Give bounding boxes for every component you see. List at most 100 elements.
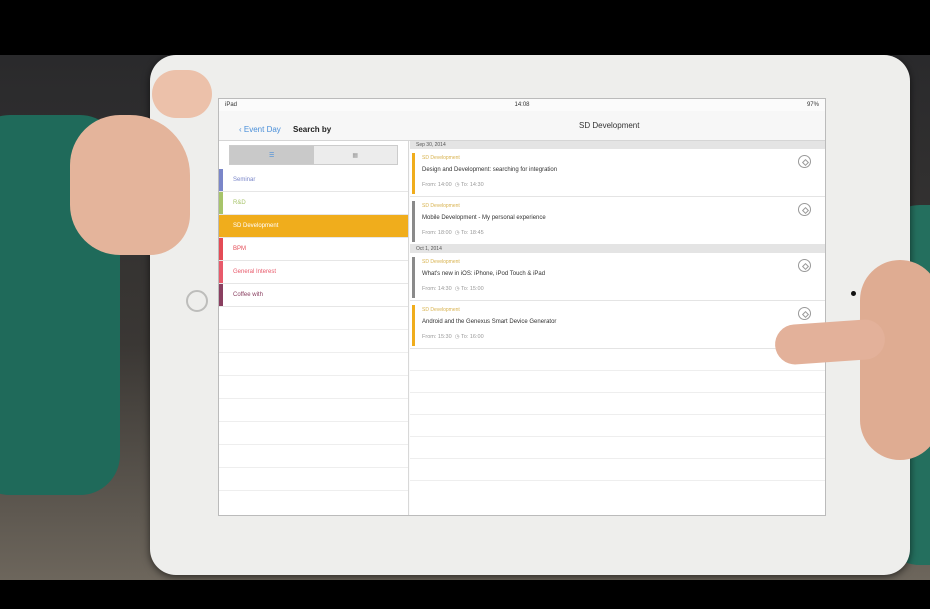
event-row[interactable]: SD Development Android and the Genexus Sm…: [410, 301, 825, 349]
empty-row: [219, 399, 408, 422]
event-title: What's new in iOS: iPhone, iPod Touch & …: [422, 271, 546, 277]
category-color-bar: [219, 284, 223, 306]
sidebar-item-category[interactable]: Seminar: [219, 169, 408, 192]
to-label: To: [460, 230, 467, 236]
sidebar-item-category[interactable]: R&D: [219, 192, 408, 215]
empty-row: [410, 437, 825, 459]
category-color-bar: [219, 238, 223, 260]
empty-row: [219, 353, 408, 376]
clock-icon: ◷: [454, 230, 460, 236]
event-time: From: 15:30 ◷ To: 16:00: [422, 334, 484, 340]
carrier-label: iPad: [225, 102, 238, 108]
event-compass-icon[interactable]: [798, 259, 811, 272]
empty-row: [219, 307, 408, 330]
empty-row: [410, 349, 825, 371]
event-category: SD Development: [422, 155, 460, 161]
to-label: To: [460, 182, 467, 188]
status-bar: iPad 14:08 97%: [219, 99, 825, 111]
category-label: General Interest: [233, 269, 277, 275]
clock-icon: ◷: [454, 286, 460, 292]
to-time: 14:30: [469, 182, 484, 188]
category-sidebar: ☰ ▦ Seminar R&D SD Development BPM General I…: [219, 141, 409, 515]
from-label: From: [422, 334, 435, 340]
ipad-screen: iPad 14:08 97% ‹ Event Day Search by SD …: [218, 98, 826, 516]
category-color-bar: [219, 215, 223, 237]
event-row[interactable]: SD Development Design and Development: se…: [410, 149, 825, 197]
clock-icon: ◷: [454, 334, 460, 340]
event-color-stripe: [412, 153, 415, 194]
category-color-bar: [219, 192, 223, 214]
clock: 14:08: [514, 102, 530, 108]
event-time: From: 18:00 ◷ To: 18:45: [422, 230, 484, 236]
category-label: R&D: [233, 200, 246, 206]
empty-row: [219, 376, 408, 399]
sidebar-item-category[interactable]: BPM: [219, 238, 408, 261]
segment-list-icon[interactable]: ☰: [230, 146, 314, 164]
event-compass-icon[interactable]: [798, 203, 811, 216]
to-time: 15:00: [469, 286, 484, 292]
event-list: Sep 30, 2014 SD Development Design and Dev…: [410, 141, 825, 515]
back-button[interactable]: ‹ Event Day: [239, 125, 281, 134]
sidebar-item-category[interactable]: Coffee with: [219, 284, 408, 307]
category-list: Seminar R&D SD Development BPM General Inter…: [219, 169, 408, 307]
sidebar-item-category[interactable]: General Interest: [219, 261, 408, 284]
empty-row: [410, 415, 825, 437]
from-time: 14:30: [437, 286, 452, 292]
from-label: From: [422, 286, 435, 292]
segment-calendar-icon[interactable]: ▦: [314, 146, 398, 164]
empty-row: [219, 330, 408, 353]
event-compass-icon[interactable]: [798, 155, 811, 168]
event-color-stripe: [412, 305, 415, 346]
from-time: 15:30: [437, 334, 452, 340]
navigation-bar: ‹ Event Day Search by SD Development: [219, 111, 825, 141]
event-color-stripe: [412, 201, 415, 242]
empty-row: [410, 459, 825, 481]
sidebar-item-category[interactable]: SD Development: [219, 215, 408, 238]
right-hand: [860, 260, 930, 460]
event-time: From: 14:00 ◷ To: 14:30: [422, 182, 484, 188]
category-label: SD Development: [233, 223, 279, 229]
event-title: Android and the Genexus Smart Device Gen…: [422, 319, 557, 325]
category-label: Coffee with: [233, 292, 263, 298]
search-by-label: Search by: [293, 125, 332, 134]
from-time: 18:00: [437, 230, 452, 236]
event-row[interactable]: SD Development Mobile Development - My pe…: [410, 197, 825, 245]
to-time: 16:00: [469, 334, 484, 340]
from-label: From: [422, 230, 435, 236]
event-title: Mobile Development - My personal experie…: [422, 215, 546, 221]
day-header: Oct 1, 2014: [410, 245, 825, 253]
to-label: To: [460, 286, 467, 292]
home-button[interactable]: [186, 290, 208, 312]
clock-icon: ◷: [454, 182, 460, 188]
empty-row: [410, 393, 825, 415]
event-compass-icon[interactable]: [798, 307, 811, 320]
empty-row: [219, 468, 408, 491]
event-title: Design and Development: searching for in…: [422, 167, 558, 173]
event-row[interactable]: SD Development What's new in iOS: iPhone,…: [410, 253, 825, 301]
event-time: From: 14:30 ◷ To: 15:00: [422, 286, 484, 292]
camera-dot: [851, 291, 856, 296]
left-thumb: [152, 70, 212, 118]
empty-row: [219, 445, 408, 468]
segmented-control: ☰ ▦: [229, 145, 398, 165]
pointing-finger: [773, 318, 887, 366]
from-time: 14:00: [437, 182, 452, 188]
event-category: SD Development: [422, 307, 460, 313]
back-label: Event Day: [243, 125, 281, 134]
category-label: BPM: [233, 246, 247, 252]
event-color-stripe: [412, 257, 415, 298]
battery-label: 97%: [806, 102, 819, 108]
from-label: From: [422, 182, 435, 188]
event-category: SD Development: [422, 203, 460, 209]
page-title: SD Development: [579, 121, 640, 130]
to-time: 18:45: [469, 230, 484, 236]
empty-row: [219, 422, 408, 445]
day-header: Sep 30, 2014: [410, 141, 825, 149]
category-label: Seminar: [233, 177, 256, 183]
category-color-bar: [219, 169, 223, 191]
category-color-bar: [219, 261, 223, 283]
left-hand: [70, 115, 190, 255]
empty-row: [410, 371, 825, 393]
to-label: To: [460, 334, 467, 340]
event-category: SD Development: [422, 259, 460, 265]
